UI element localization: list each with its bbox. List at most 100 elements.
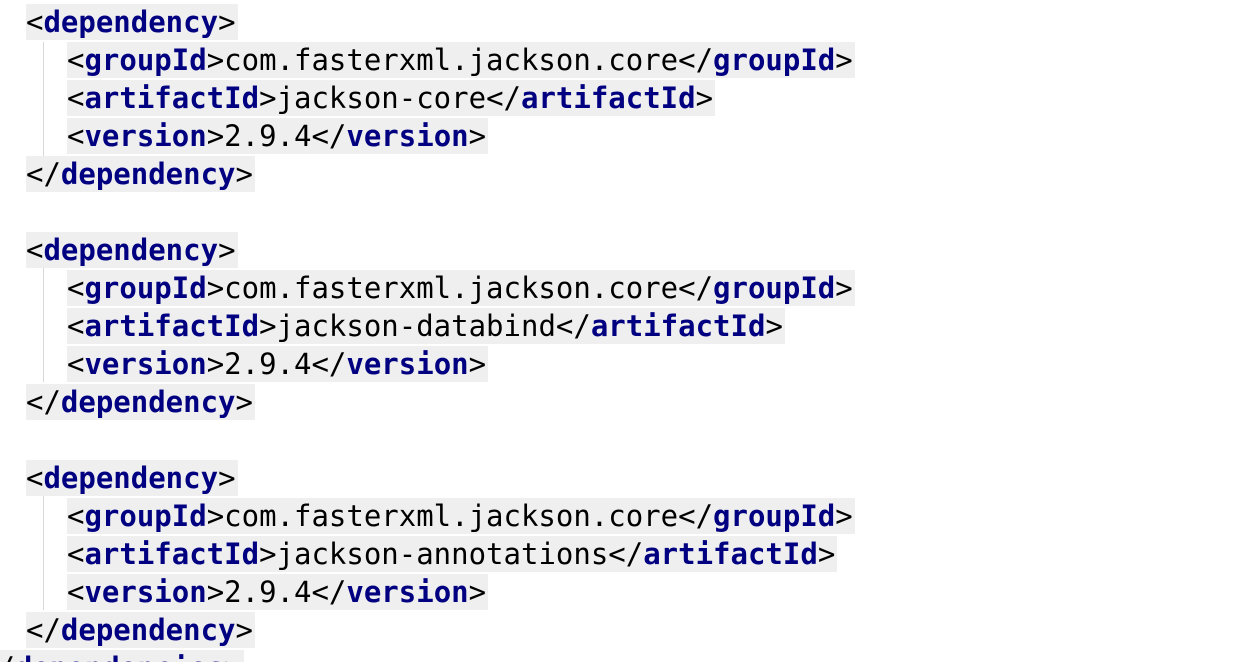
xml-tag-name: version bbox=[84, 119, 207, 153]
code-line-text: <version>2.9.4</version> bbox=[67, 346, 489, 382]
code-line-text: <dependency> bbox=[26, 232, 238, 268]
xml-tag-name: groupId bbox=[84, 499, 207, 533]
xml-text-value: com.fasterxml.jackson.core bbox=[224, 499, 679, 533]
xml-bracket: > bbox=[259, 309, 277, 343]
xml-tag-name: version bbox=[346, 575, 469, 609]
code-line-text: <dependency> bbox=[26, 4, 238, 40]
xml-bracket: </ bbox=[555, 309, 591, 343]
xml-bracket: > bbox=[468, 347, 487, 381]
code-line[interactable]: <version>2.9.4</version> bbox=[0, 574, 1248, 612]
xml-bracket: < bbox=[26, 461, 44, 495]
code-line-text: <groupId>com.fasterxml.jackson.core</gro… bbox=[67, 270, 855, 306]
xml-bracket: > bbox=[224, 651, 241, 662]
xml-tag-name: dependency bbox=[43, 461, 219, 495]
code-line[interactable]: <artifactId>jackson-core</artifactId> bbox=[0, 80, 1248, 118]
code-editor[interactable]: <dependency> <groupId>com.fasterxml.jacks… bbox=[0, 0, 1248, 662]
xml-bracket: </ bbox=[311, 347, 347, 381]
code-line[interactable]: <dependency> bbox=[0, 232, 1248, 270]
xml-tag-name: artifactId bbox=[643, 537, 818, 571]
xml-tag-name: version bbox=[346, 119, 469, 153]
code-line-text: </dependency> bbox=[26, 612, 255, 648]
code-line[interactable]: <dependency> bbox=[0, 460, 1248, 498]
xml-bracket: </ bbox=[678, 499, 714, 533]
xml-bracket: </ bbox=[486, 81, 521, 115]
xml-bracket: > bbox=[206, 499, 225, 533]
xml-bracket: > bbox=[835, 271, 853, 305]
xml-bracket: > bbox=[206, 575, 225, 609]
code-line-text: <groupId>com.fasterxml.jackson.core</gro… bbox=[67, 498, 855, 534]
xml-tag-name: artifactId bbox=[84, 537, 260, 571]
code-line-text: <version>2.9.4</version> bbox=[67, 574, 489, 610]
xml-tag-name: artifactId bbox=[84, 81, 260, 115]
xml-bracket: < bbox=[67, 81, 85, 115]
xml-bracket: </ bbox=[678, 271, 714, 305]
xml-text-value: 2.9.4 bbox=[224, 347, 312, 381]
xml-bracket: </ bbox=[26, 613, 61, 647]
xml-bracket: > bbox=[206, 119, 225, 153]
xml-bracket: > bbox=[468, 119, 487, 153]
xml-bracket: < bbox=[67, 575, 85, 609]
xml-tag-name: version bbox=[346, 347, 469, 381]
xml-bracket: < bbox=[67, 271, 85, 305]
xml-bracket: > bbox=[235, 157, 253, 191]
xml-tag-name: groupId bbox=[713, 271, 836, 305]
code-line[interactable]: </dependency> bbox=[0, 384, 1248, 422]
xml-text-value: com.fasterxml.jackson.core bbox=[224, 271, 679, 305]
code-line[interactable]: <artifactId>jackson-annotations</artifac… bbox=[0, 536, 1248, 574]
xml-bracket: < bbox=[26, 233, 44, 267]
xml-bracket: </ bbox=[26, 157, 61, 191]
xml-text-value: jackson-core bbox=[276, 81, 487, 115]
code-line[interactable]: </dependency> bbox=[0, 156, 1248, 194]
xml-tag-name: groupId bbox=[713, 499, 836, 533]
xml-bracket: > bbox=[218, 461, 236, 495]
xml-bracket: > bbox=[835, 43, 853, 77]
code-line-text: <artifactId>jackson-annotations</artifac… bbox=[67, 536, 838, 572]
xml-bracket: > bbox=[235, 613, 253, 647]
xml-bracket: < bbox=[67, 537, 85, 571]
xml-bracket: > bbox=[765, 309, 783, 343]
xml-bracket: </ bbox=[608, 537, 644, 571]
xml-bracket: > bbox=[206, 271, 225, 305]
xml-bracket: > bbox=[218, 5, 236, 39]
xml-bracket: < bbox=[67, 43, 85, 77]
xml-bracket: > bbox=[695, 81, 714, 115]
code-line-text: </dependency> bbox=[26, 384, 255, 420]
code-line-text: <groupId>com.fasterxml.jackson.core</gro… bbox=[67, 42, 855, 78]
xml-tag-name: version bbox=[84, 347, 207, 381]
xml-tag-name: dependency bbox=[60, 157, 236, 191]
xml-tag-name: dependency bbox=[43, 233, 219, 267]
xml-bracket: > bbox=[259, 537, 277, 571]
xml-tag-name: groupId bbox=[84, 271, 207, 305]
code-line[interactable] bbox=[0, 422, 1248, 460]
code-line[interactable]: <groupId>com.fasterxml.jackson.core</gro… bbox=[0, 270, 1248, 308]
code-line[interactable]: <artifactId>jackson-databind</artifactId… bbox=[0, 308, 1248, 346]
xml-bracket: > bbox=[206, 43, 225, 77]
code-line[interactable]: <dependency> bbox=[0, 4, 1248, 42]
code-line-text: <artifactId>jackson-core</artifactId> bbox=[67, 80, 716, 116]
xml-bracket: </ bbox=[311, 575, 347, 609]
code-line[interactable] bbox=[0, 194, 1248, 232]
code-line[interactable]: <version>2.9.4</version> bbox=[0, 118, 1248, 156]
code-line-text: <version>2.9.4</version> bbox=[67, 118, 489, 154]
xml-bracket: > bbox=[468, 575, 487, 609]
code-line[interactable]: <groupId>com.fasterxml.jackson.core</gro… bbox=[0, 498, 1248, 536]
xml-tag-name: dependency bbox=[60, 613, 236, 647]
xml-bracket: > bbox=[235, 385, 253, 419]
code-line[interactable]: <version>2.9.4</version> bbox=[0, 346, 1248, 384]
xml-bracket: < bbox=[67, 499, 85, 533]
code-line[interactable]: <groupId>com.fasterxml.jackson.core</gro… bbox=[0, 42, 1248, 80]
code-line-text: </dependency> bbox=[26, 156, 255, 192]
xml-bracket: > bbox=[206, 347, 225, 381]
xml-bracket: < bbox=[67, 119, 85, 153]
code-line[interactable]: </dependencies> bbox=[0, 650, 1248, 662]
xml-text-value: 2.9.4 bbox=[224, 575, 312, 609]
code-line-text: <artifactId>jackson-databind</artifactId… bbox=[67, 308, 785, 344]
xml-bracket: > bbox=[259, 81, 277, 115]
xml-tag-name: dependencies bbox=[15, 651, 225, 662]
xml-bracket: < bbox=[67, 309, 85, 343]
xml-bracket: > bbox=[835, 499, 853, 533]
xml-bracket: </ bbox=[311, 119, 347, 153]
code-line[interactable]: </dependency> bbox=[0, 612, 1248, 650]
code-line-text: </dependencies> bbox=[0, 650, 244, 662]
xml-tag-name: dependency bbox=[60, 385, 236, 419]
